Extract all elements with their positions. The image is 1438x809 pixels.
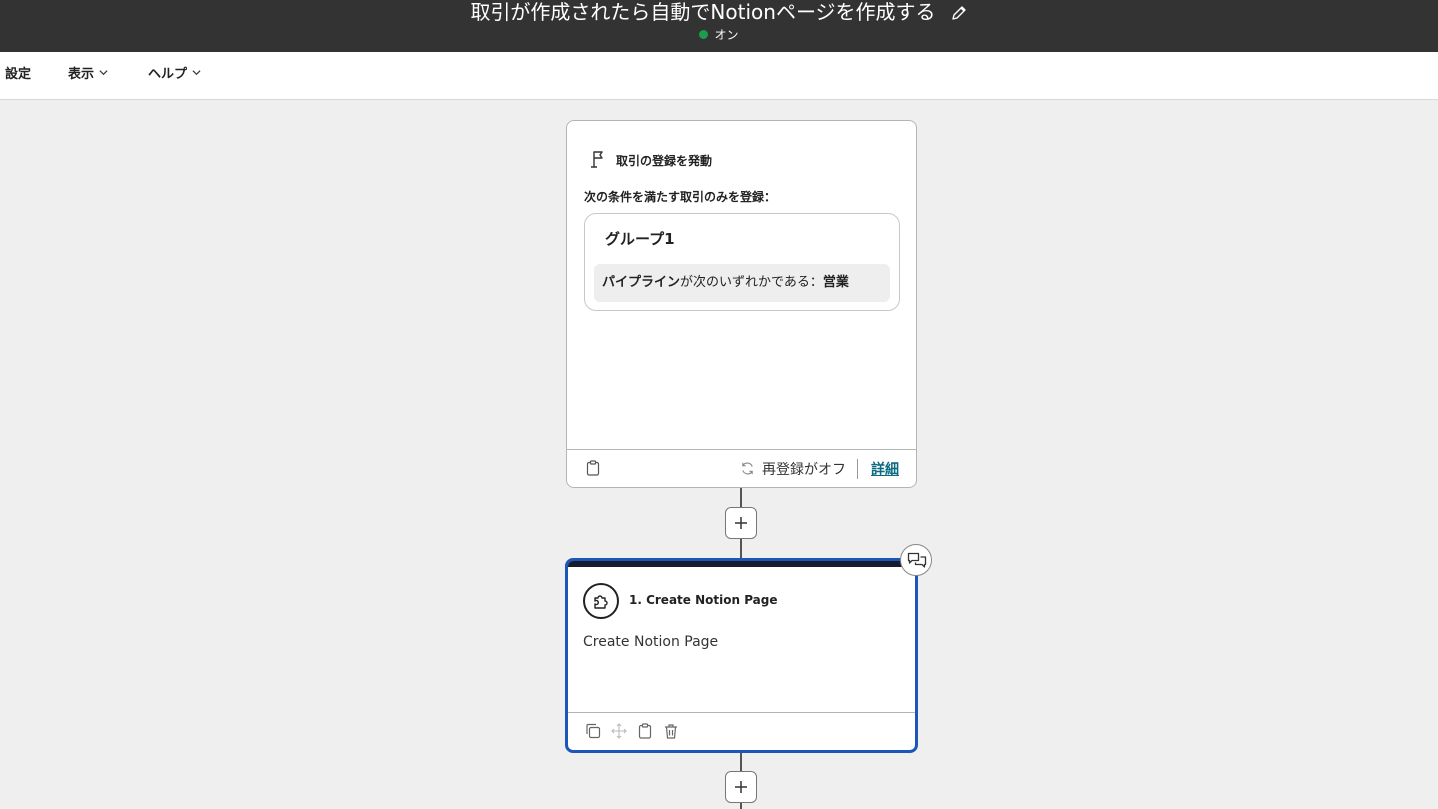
clipboard-icon[interactable] [586,460,600,476]
trash-icon[interactable] [663,723,679,739]
footer-divider [857,459,858,479]
filter-group[interactable]: グループ1 パイプラインが次のいずれかである：営業 [584,213,900,311]
action-card[interactable]: 1. Create Notion Page Create Notion Page [565,558,918,753]
trigger-card[interactable]: 取引の登録を発動 次の条件を満たす取引のみを登録： グループ1 パイプラインが次… [566,120,917,488]
filter-condition[interactable]: パイプラインが次のいずれかである：営業 [594,264,890,302]
action-footer [568,712,915,750]
add-action-button[interactable] [725,771,757,803]
menu-help-label: ヘルプ [148,67,188,82]
trigger-footer: 再登録がオフ 詳細 [567,449,916,487]
clipboard-icon[interactable] [637,723,653,739]
refresh-icon [742,462,753,475]
add-action-button[interactable] [725,507,757,539]
pencil-icon[interactable] [950,4,968,22]
menu-view[interactable]: 表示 [68,66,108,84]
reenroll-status: 再登録がオフ [762,462,846,478]
puzzle-icon [594,595,608,609]
comment-icon [907,552,927,568]
action-title: 1. Create Notion Page [629,593,778,607]
workflow-header: 取引が作成されたら自動でNotionページを作成する オン [0,0,1438,52]
status-label: オン [714,28,739,42]
move-icon[interactable] [611,723,627,739]
status-dot [699,30,709,39]
menu-bar: 設定 表示 ヘルプ [0,52,1438,100]
action-description: Create Notion Page [583,634,719,650]
action-accent-bar [568,561,915,567]
menu-settings[interactable]: 設定 [5,66,31,84]
workflow-title[interactable]: 取引が作成されたら自動でNotionページを作成する [470,0,935,24]
copy-icon[interactable] [585,723,601,739]
condition-label: 次の条件を満たす取引のみを登録： [584,190,777,204]
menu-settings-label: 設定 [5,67,32,82]
comment-button[interactable] [900,544,932,576]
app-icon [583,583,619,619]
filter-value: 営業 [822,275,849,290]
workflow-status: オン [0,27,1438,43]
filter-property: パイプライン [602,275,681,290]
chevron-down-icon [192,70,201,76]
flag-icon [591,151,603,168]
plus-icon [735,517,747,529]
details-link[interactable]: 詳細 [871,459,899,479]
menu-view-label: 表示 [68,67,95,82]
chevron-down-icon [99,70,108,76]
filter-operator: が次のいずれかである： [680,275,823,290]
trigger-title: 取引の登録を発動 [616,154,713,168]
group-title: グループ1 [605,230,675,248]
plus-icon [735,781,747,793]
menu-help[interactable]: ヘルプ [148,66,201,84]
